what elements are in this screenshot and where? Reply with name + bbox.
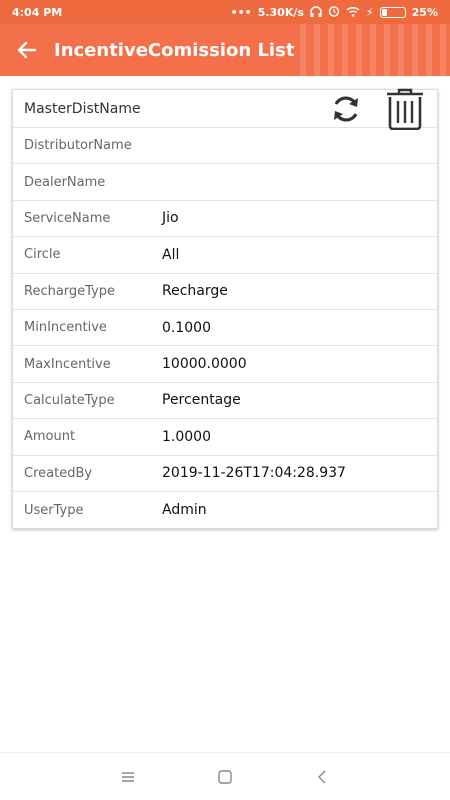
status-icons: ••• 5.30K/s ⚡ 25% (231, 5, 438, 19)
trash-icon[interactable] (385, 88, 425, 130)
field-value: 0.1000 (162, 319, 211, 336)
arrow-left-icon[interactable] (16, 39, 38, 61)
field-label: DealerName (24, 174, 106, 190)
back-icon[interactable] (302, 757, 342, 797)
dots-icon: ••• (230, 5, 252, 19)
field-value: All (162, 246, 180, 263)
menu-icon[interactable] (108, 757, 148, 797)
headphones-icon (310, 5, 322, 19)
field-value: 10000.0000 (162, 356, 247, 373)
page-title: IncentiveComission List (54, 39, 295, 61)
list-item: UserType Admin (13, 492, 437, 528)
battery-percent: 25% (411, 5, 438, 19)
status-bar: 4:04 PM ••• 5.30K/s ⚡ 25% (0, 0, 450, 24)
field-label: CalculateType (24, 392, 115, 408)
field-label: MaxIncentive (24, 356, 111, 372)
field-value: Recharge (162, 283, 228, 300)
list-item: RechargeType Recharge (13, 274, 437, 310)
list-item: MaxIncentive 10000.0000 (13, 346, 437, 383)
system-nav-bar (0, 752, 450, 800)
app-bar: IncentiveComission List (0, 24, 450, 76)
list-item: Amount 1.0000 (13, 419, 437, 456)
field-label: Amount (24, 429, 76, 445)
field-value: Jio (162, 210, 179, 227)
list-item: DealerName (13, 164, 437, 201)
battery-icon (379, 6, 406, 18)
field-label: CreatedBy (24, 465, 93, 481)
field-label: Circle (24, 247, 61, 263)
home-icon[interactable] (205, 757, 245, 797)
master-dist-name-label: MasterDistName (24, 100, 141, 117)
wifi-icon (346, 6, 360, 19)
field-label: MinIncentive (24, 320, 107, 336)
card-actions (329, 88, 437, 130)
field-value: 2019-11-26T17:04:28.937 (162, 465, 346, 482)
status-time: 4:04 PM (12, 5, 63, 19)
field-value: 1.0000 (162, 428, 211, 445)
field-value: Admin (162, 502, 207, 519)
list-item: CreatedBy 2019-11-26T17:04:28.937 (13, 456, 437, 492)
alarm-icon (328, 5, 340, 19)
list-item: Circle All (13, 237, 437, 274)
network-speed: 5.30K/s (257, 5, 304, 19)
list-item: DistributorName (13, 128, 437, 165)
list-item: ServiceName Jio (13, 201, 437, 238)
list-item: CalculateType Percentage (13, 383, 437, 420)
field-label: DistributorName (24, 138, 132, 154)
card-header-row: MasterDistName (13, 88, 437, 130)
field-label: ServiceName (24, 210, 111, 226)
refresh-icon[interactable] (329, 92, 363, 126)
field-value: Percentage (162, 392, 241, 409)
incentive-card: MasterDistName DistributorName DealerNam… (12, 88, 438, 530)
list-item: MinIncentive 0.1000 (13, 310, 437, 347)
charging-icon: ⚡ (365, 5, 374, 19)
field-label: UserType (24, 502, 84, 518)
field-label: RechargeType (24, 283, 116, 299)
